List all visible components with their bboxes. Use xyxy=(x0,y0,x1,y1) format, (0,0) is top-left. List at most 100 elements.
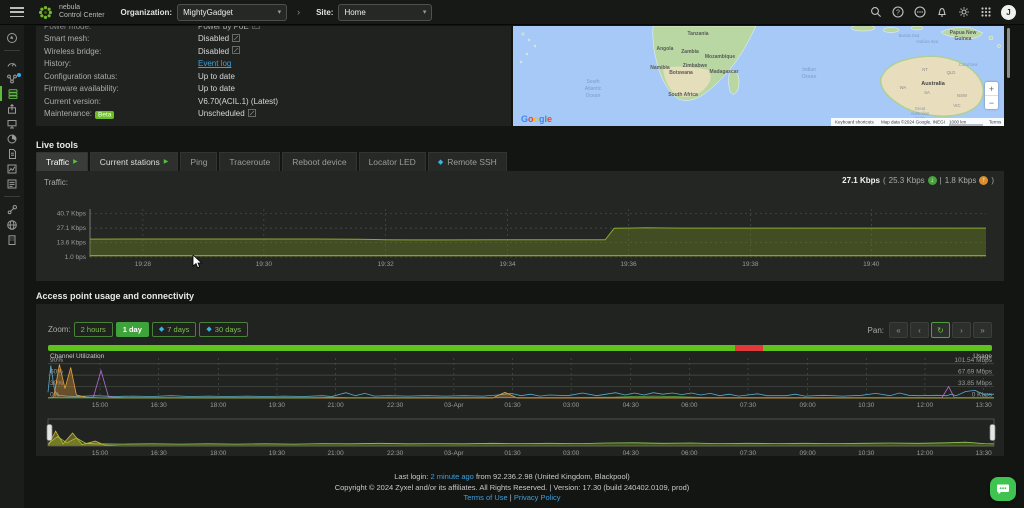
terms-of-use-link[interactable]: Terms of Use xyxy=(463,493,507,502)
device-info-row: Firmware availability:Up to date xyxy=(36,83,511,96)
device-info-row: Power mode:Power by PoE xyxy=(36,26,511,33)
sidebar-item-dashboard[interactable] xyxy=(0,56,24,71)
sidebar-item-devices[interactable] xyxy=(0,86,24,101)
brand: nebula Control Center xyxy=(38,4,105,20)
map-label: Atlantic xyxy=(585,86,602,92)
location-map[interactable]: TanzaniaAngolaZambiaMozambiqueNamibiaZim… xyxy=(513,26,1004,126)
svg-text:22:30: 22:30 xyxy=(387,402,404,409)
edit-icon[interactable] xyxy=(252,26,260,31)
device-info-row: History:Event log xyxy=(36,58,511,71)
edit-icon[interactable] xyxy=(248,109,256,119)
event-log-link[interactable]: Event log xyxy=(198,59,231,68)
map-label: Ocean xyxy=(586,93,601,99)
map-label: Mozambique xyxy=(705,54,735,60)
zoom-30-days-button[interactable]: ◆30 days xyxy=(199,322,248,337)
notifications-bell-icon[interactable] xyxy=(935,6,948,19)
sidebar-item-clients[interactable] xyxy=(0,116,24,131)
device-info-row: Configuration status:Up to date xyxy=(36,70,511,83)
pan-fast-forward-button[interactable]: » xyxy=(973,322,992,338)
tab-remote-ssh[interactable]: ◆Remote SSH xyxy=(428,152,507,171)
edit-icon[interactable] xyxy=(232,34,240,44)
navigator-handle[interactable] xyxy=(990,425,995,441)
help-icon[interactable]: ? xyxy=(891,6,904,19)
site-dropdown[interactable]: Home▾ xyxy=(338,4,432,21)
map-attribution-text[interactable]: Keyboard shortcuts xyxy=(835,120,875,125)
apps-grid-icon[interactable] xyxy=(979,6,992,19)
menu-icon[interactable] xyxy=(10,7,24,17)
map-label: South Africa xyxy=(668,92,698,98)
support-chat-button[interactable] xyxy=(990,477,1016,501)
svg-text:07:30: 07:30 xyxy=(740,450,757,457)
last-login-time-link[interactable]: 2 minute ago xyxy=(430,472,473,481)
sidebar-item-tools[interactable] xyxy=(0,202,24,217)
download-arrow-icon: ↓ xyxy=(928,176,937,185)
dashboard-icon xyxy=(6,58,18,70)
sidebar-item-globe[interactable] xyxy=(0,217,24,232)
sidebar-item-topology[interactable] xyxy=(0,71,24,86)
info-label: Wireless bridge: xyxy=(44,47,198,56)
svg-text:03:00: 03:00 xyxy=(563,402,580,409)
svg-text:03:00: 03:00 xyxy=(563,450,580,457)
map-label: Botswana xyxy=(669,70,693,76)
map-zoom-in-button[interactable]: + xyxy=(985,82,998,96)
tab-ping[interactable]: Ping xyxy=(180,152,217,171)
feedback-icon[interactable] xyxy=(913,6,926,19)
channel-utilization-chart: 90%101.54 Mbps60%67.69 Mbps30%33.85 Mbps… xyxy=(46,352,996,412)
sidebar-item-logs[interactable] xyxy=(0,176,24,191)
tab-traffic[interactable]: Traffic▶ xyxy=(36,152,88,171)
svg-text:19:38: 19:38 xyxy=(742,261,759,268)
edit-icon[interactable] xyxy=(232,46,240,56)
traffic-download: 25.3 Kbps xyxy=(889,176,925,185)
pan-reset-button[interactable]: ↻ xyxy=(931,322,950,338)
page-scrollbar[interactable] xyxy=(1007,28,1010,78)
pan-controls: Pan: «‹↻›» xyxy=(868,322,992,338)
user-avatar[interactable]: J xyxy=(1001,5,1016,20)
organization-dropdown[interactable]: MightyGadget▾ xyxy=(177,4,287,21)
sidebar-item-export[interactable] xyxy=(0,101,24,116)
info-label: Configuration status: xyxy=(44,72,198,81)
sidebar-divider xyxy=(4,50,20,51)
tab-locator-led[interactable]: Locator LED xyxy=(359,152,426,171)
info-value: Power by PoE xyxy=(198,26,260,31)
tab-traceroute[interactable]: Traceroute xyxy=(219,152,280,171)
info-value: Disabled xyxy=(198,34,240,44)
map-zoom-control: + − xyxy=(985,82,998,109)
zoom-2-hours-button[interactable]: 2 hours xyxy=(74,322,113,337)
sidebar-item-compass[interactable] xyxy=(0,30,24,45)
zoom-7-days-button[interactable]: ◆7 days xyxy=(152,322,197,337)
traffic-chart-label: Traffic: xyxy=(44,178,68,187)
premium-diamond-icon: ◆ xyxy=(438,153,443,172)
settings-gear-icon[interactable] xyxy=(957,6,970,19)
svg-text:19:30: 19:30 xyxy=(269,450,286,457)
map-label: NSW xyxy=(957,93,968,98)
sidebar-item-usage-pie[interactable] xyxy=(0,131,24,146)
range-navigator-chart[interactable]: 15:0016:3018:0019:3021:0022:3003-Apr01:3… xyxy=(46,416,996,458)
svg-text:67.69 Mbps: 67.69 Mbps xyxy=(958,369,993,376)
svg-text:?: ? xyxy=(896,9,900,16)
svg-text:01:30: 01:30 xyxy=(504,450,521,457)
organization-label: Organization: xyxy=(121,8,173,17)
info-label: Power mode: xyxy=(44,26,198,31)
svg-text:18:00: 18:00 xyxy=(210,450,227,457)
export-icon xyxy=(6,103,18,115)
connectivity-outage-segment xyxy=(735,345,762,351)
report-icon xyxy=(6,148,18,160)
zoom-1-day-button[interactable]: 1 day xyxy=(116,322,149,337)
privacy-policy-link[interactable]: Privacy Policy xyxy=(514,493,561,502)
pan-back-button[interactable]: ‹ xyxy=(910,322,929,338)
pan-fast-back-button[interactable]: « xyxy=(889,322,908,338)
pan-label: Pan: xyxy=(868,326,884,335)
map-attribution-text[interactable]: Terms xyxy=(989,120,1002,125)
svg-text:Usage: Usage xyxy=(973,353,992,360)
sidebar-item-analytics[interactable] xyxy=(0,161,24,176)
tab-current-stations[interactable]: Current stations▶ xyxy=(90,152,179,171)
tab-reboot-device[interactable]: Reboot device xyxy=(282,152,356,171)
map-zoom-out-button[interactable]: − xyxy=(985,96,998,109)
beta-badge: Beta xyxy=(95,111,114,119)
sidebar-item-report[interactable] xyxy=(0,146,24,161)
pan-forward-button[interactable]: › xyxy=(952,322,971,338)
sidebar-item-organization[interactable] xyxy=(0,232,24,247)
search-icon[interactable] xyxy=(869,6,882,19)
navigator-handle[interactable] xyxy=(47,425,52,441)
traffic-stats: 27.1 Kbps ( 25.3 Kbps ↓ | 1.8 Kbps ↑ ) xyxy=(842,176,994,185)
